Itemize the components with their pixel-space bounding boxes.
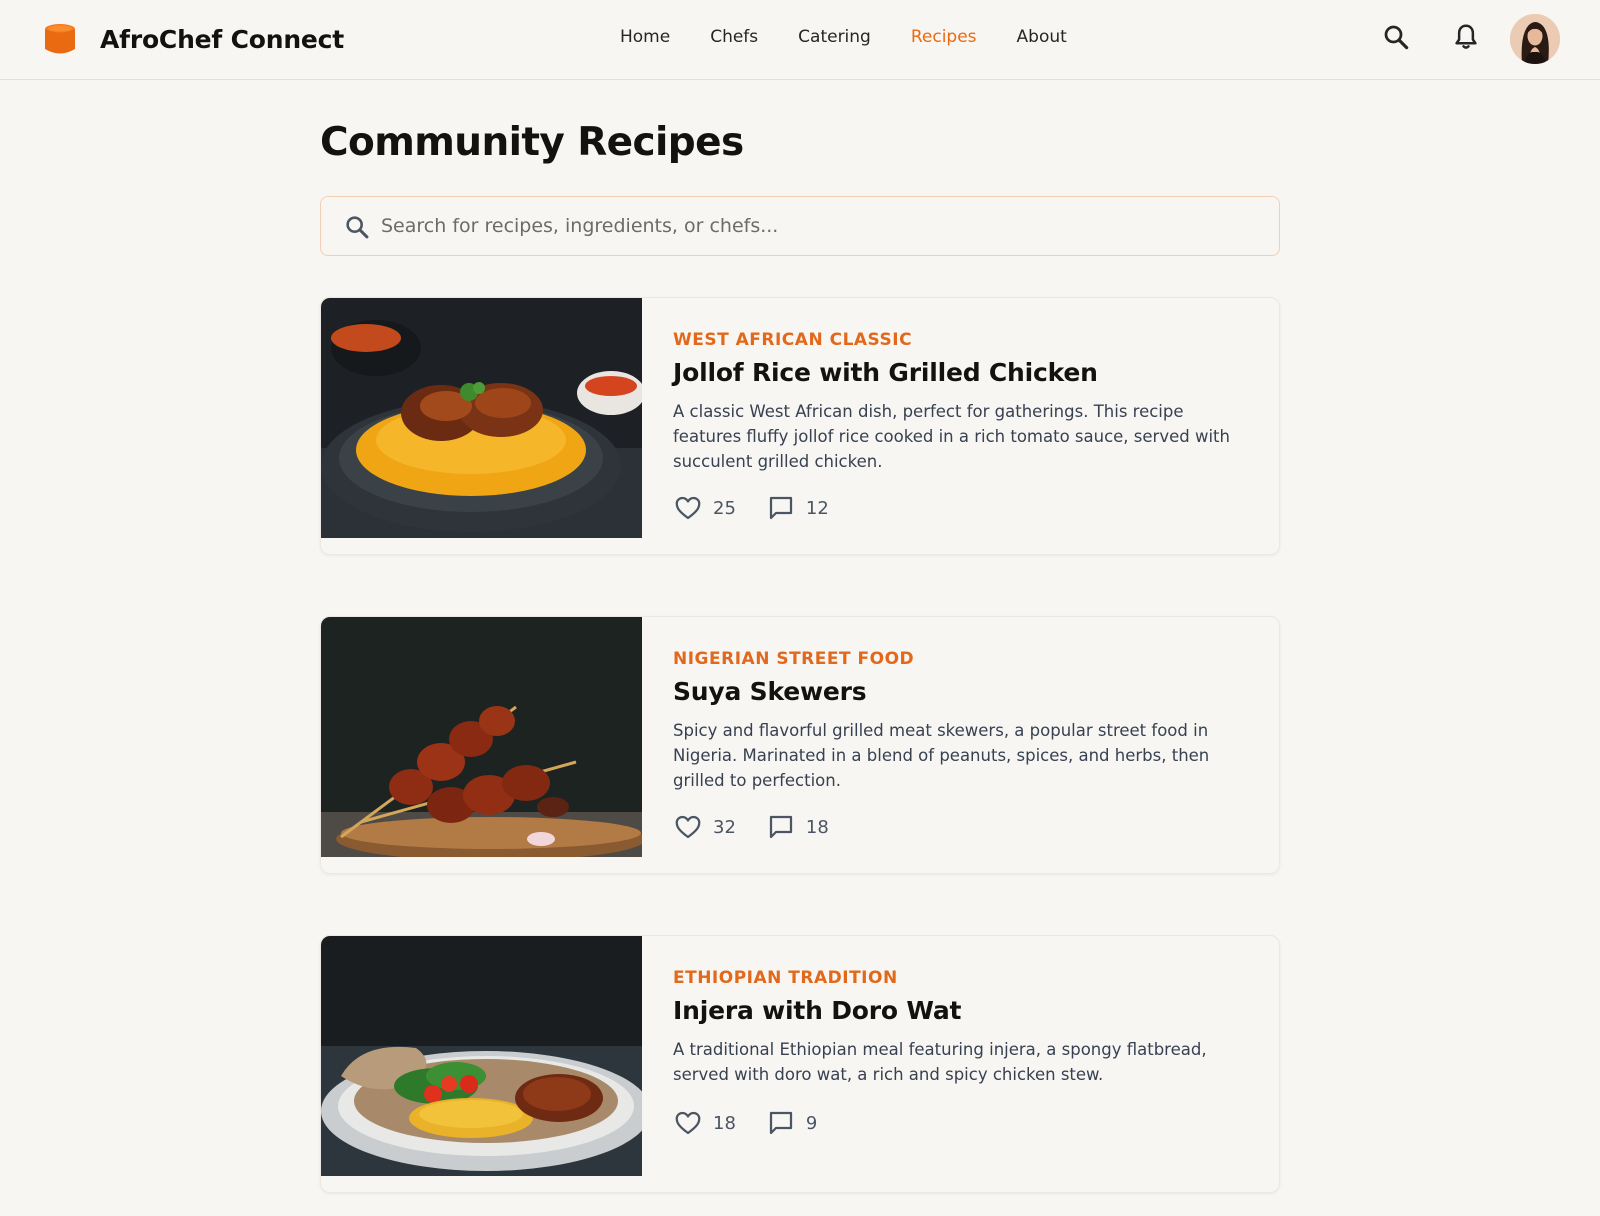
brand[interactable]: AfroChef Connect [44,22,344,56]
nav-chefs[interactable]: Chefs [710,27,758,47]
comment-icon [769,815,793,839]
recipe-description: A classic West African dish, perfect for… [673,402,1230,471]
recipe-stats: 18 9 [673,1108,847,1138]
main-nav: Home Chefs Catering Recipes About [620,27,1107,47]
recipe-stats: 25 12 [673,493,859,523]
comment-icon [769,1111,793,1135]
heart-icon [675,496,701,520]
like-button[interactable]: 25 [673,493,736,523]
nav-home[interactable]: Home [620,27,670,47]
search-icon[interactable] [1381,22,1411,52]
recipe-title[interactable]: Injera with Doro Wat [673,996,1253,1025]
recipe-card-jollof[interactable]: West African Classic Jollof Rice with Gr… [320,297,1280,555]
user-avatar[interactable] [1510,14,1560,64]
recipe-description: A traditional Ethiopian meal featuring i… [673,1040,1207,1084]
nav-catering[interactable]: Catering [798,27,871,47]
like-count: 25 [713,497,736,519]
recipe-category: West African Classic [673,330,913,350]
comment-count: 12 [805,497,829,519]
recipe-title[interactable]: Jollof Rice with Grilled Chicken [673,358,1253,387]
comment-count: 9 [805,1112,818,1134]
heart-icon [675,815,701,839]
page-title: Community Recipes [320,120,744,165]
nav-about[interactable]: About [1017,27,1067,47]
recipe-category: Nigerian Street Food [673,649,915,669]
recipe-card-suya[interactable]: Nigerian Street Food Suya Skewers Spicy … [320,616,1280,874]
recipe-description: Spicy and flavorful grilled meat skewers… [673,721,1210,790]
heart-icon [675,1111,701,1135]
like-button[interactable]: 32 [673,812,736,842]
like-count: 18 [713,1112,736,1134]
like-count: 32 [713,816,736,838]
recipe-title[interactable]: Suya Skewers [673,677,1253,706]
search-icon [346,216,369,239]
recipe-card-body: West African Classic Jollof Rice with Gr… [673,330,1253,474]
comment-button[interactable]: 9 [766,1108,817,1138]
brand-name: AfroChef Connect [100,24,345,54]
top-navigation-bar: AfroChef Connect Home Chefs Catering Rec… [0,0,1600,80]
recipe-image-jollof[interactable] [321,298,642,538]
comment-button[interactable]: 12 [766,493,829,523]
bell-icon[interactable] [1451,22,1481,52]
comment-button[interactable]: 18 [766,812,829,842]
recipe-image-injera[interactable] [321,936,642,1176]
recipe-stats: 32 18 [673,812,859,842]
comment-count: 18 [805,816,829,838]
recipe-category: Ethiopian Tradition [673,968,898,988]
pot-logo-icon [45,24,75,54]
like-button[interactable]: 18 [673,1108,736,1138]
recipe-card-body: Ethiopian Tradition Injera with Doro Wat… [673,968,1253,1087]
recipe-image-suya[interactable] [321,617,642,857]
comment-icon [769,496,793,520]
recipe-card-body: Nigerian Street Food Suya Skewers Spicy … [673,649,1253,793]
recipe-card-injera[interactable]: Ethiopian Tradition Injera with Doro Wat… [320,935,1280,1193]
recipe-search-box [320,196,1280,256]
recipe-search-input[interactable] [381,197,1261,255]
nav-recipes[interactable]: Recipes [911,27,977,47]
